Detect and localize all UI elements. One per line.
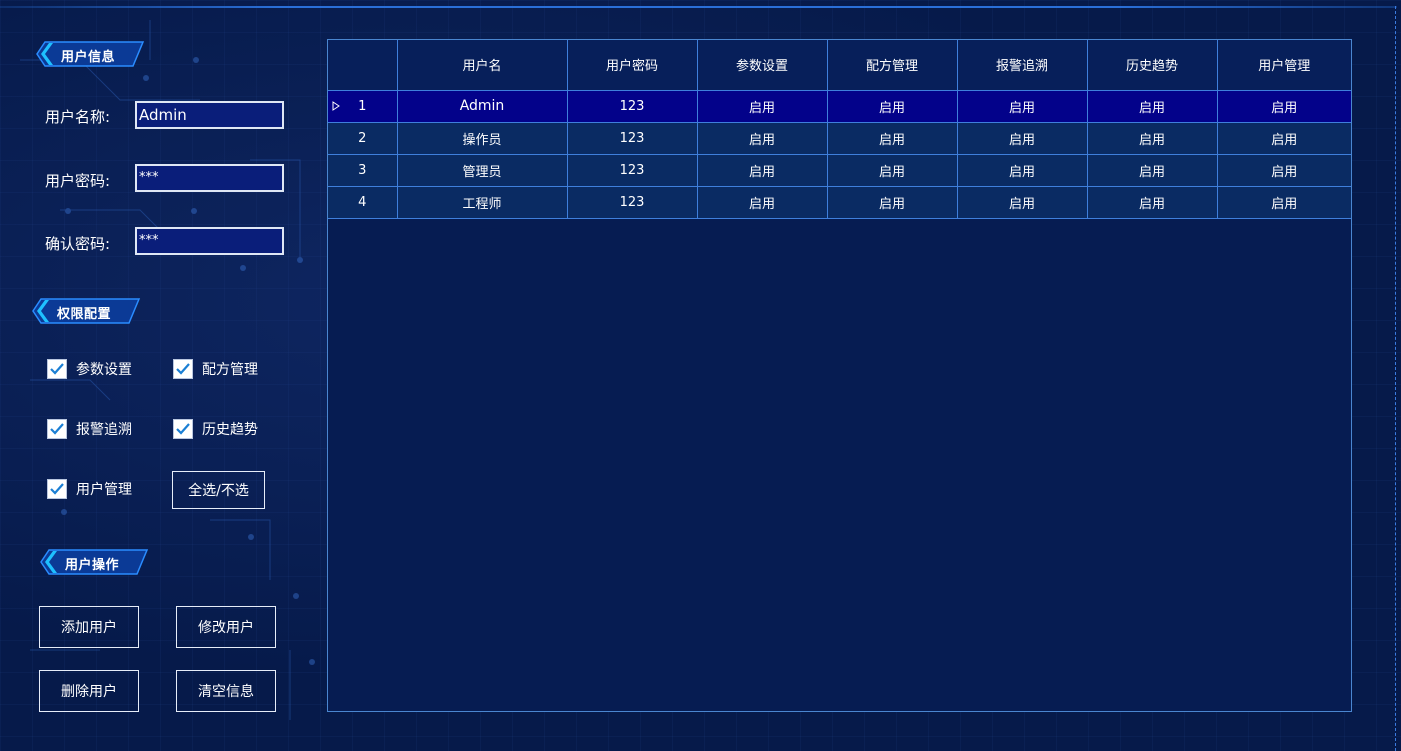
row-index-cell: 3 — [328, 153, 398, 187]
username-label: 用户名称: — [45, 108, 111, 126]
checkmark-icon — [47, 479, 67, 499]
table-cell: 启用 — [1216, 89, 1351, 123]
column-header-password[interactable]: 用户密码 — [566, 40, 698, 91]
add-user-button[interactable]: 添加用户 — [39, 606, 139, 648]
table-cell: 启用 — [696, 121, 828, 155]
checkbox-user-management[interactable]: 用户管理 — [47, 479, 132, 499]
column-header-username[interactable]: 用户名 — [396, 40, 568, 91]
checkmark-icon — [47, 359, 67, 379]
password-label: 用户密码: — [45, 172, 111, 190]
table-cell: 启用 — [826, 89, 958, 123]
modify-user-button[interactable]: 修改用户 — [176, 606, 276, 648]
table-cell: 启用 — [1086, 153, 1218, 187]
username-input[interactable]: Admin — [135, 101, 284, 129]
section-title-user-info: 用户信息 — [61, 50, 116, 65]
section-header-user-info: 用户信息 — [35, 40, 147, 68]
table-row[interactable]: 4 工程师 123 启用 启用 启用 启用 启用 — [328, 185, 1351, 219]
column-header-param-settings[interactable]: 参数设置 — [696, 40, 828, 91]
confirm-password-label: 确认密码: — [45, 235, 111, 253]
checkmark-icon — [173, 359, 193, 379]
checkbox-param-settings[interactable]: 参数设置 — [47, 359, 132, 379]
row-index-cell: 1 — [328, 89, 398, 123]
window-right-border — [1395, 6, 1396, 751]
column-header-alarm-trace[interactable]: 报警追溯 — [956, 40, 1088, 91]
current-row-arrow-icon — [332, 100, 340, 111]
checkbox-alarm-trace[interactable]: 报警追溯 — [47, 419, 132, 439]
password-input[interactable]: *** — [135, 164, 284, 192]
table-row[interactable]: 2 操作员 123 启用 启用 启用 启用 启用 — [328, 121, 1351, 155]
column-header-history-trend[interactable]: 历史趋势 — [1086, 40, 1218, 91]
table-cell: 工程师 — [396, 185, 568, 219]
table-cell: 启用 — [956, 185, 1088, 219]
row-index-cell: 4 — [328, 185, 398, 219]
table-cell: 启用 — [1216, 185, 1351, 219]
clear-info-button[interactable]: 清空信息 — [176, 670, 276, 712]
checkbox-recipe-management[interactable]: 配方管理 — [173, 359, 258, 379]
checkbox-history-trend[interactable]: 历史趋势 — [173, 419, 258, 439]
checkmark-icon — [47, 419, 67, 439]
delete-user-button[interactable]: 删除用户 — [39, 670, 139, 712]
table-cell: 123 — [566, 185, 698, 219]
table-cell: 启用 — [826, 121, 958, 155]
table-cell: Admin — [396, 89, 568, 123]
section-title-operations: 用户操作 — [65, 558, 120, 573]
table-cell: 123 — [566, 89, 698, 123]
user-table[interactable]: 用户名 用户密码 参数设置 配方管理 报警追溯 历史趋势 用户管理 1 Admi… — [327, 39, 1352, 712]
table-cell: 启用 — [1086, 89, 1218, 123]
section-header-operations: 用户操作 — [39, 548, 151, 576]
column-header-recipe-management[interactable]: 配方管理 — [826, 40, 958, 91]
table-cell: 启用 — [826, 185, 958, 219]
table-cell: 操作员 — [396, 121, 568, 155]
section-header-permission: 权限配置 — [31, 297, 143, 325]
table-cell: 启用 — [1216, 121, 1351, 155]
confirm-password-input[interactable]: *** — [135, 227, 284, 255]
column-header-index — [328, 40, 398, 91]
section-title-permission: 权限配置 — [57, 307, 112, 322]
table-header-row: 用户名 用户密码 参数设置 配方管理 报警追溯 历史趋势 用户管理 — [328, 40, 1351, 91]
table-row[interactable]: 3 管理员 123 启用 启用 启用 启用 启用 — [328, 153, 1351, 187]
table-cell: 123 — [566, 153, 698, 187]
table-row[interactable]: 1 Admin 123 启用 启用 启用 启用 启用 — [328, 89, 1351, 123]
table-cell: 启用 — [826, 153, 958, 187]
select-all-button[interactable]: 全选/不选 — [172, 471, 265, 509]
table-cell: 启用 — [956, 89, 1088, 123]
table-cell: 启用 — [696, 153, 828, 187]
table-cell: 启用 — [956, 121, 1088, 155]
table-cell: 启用 — [696, 89, 828, 123]
table-cell: 启用 — [1216, 153, 1351, 187]
table-cell: 管理员 — [396, 153, 568, 187]
checkbox-label: 参数设置 — [76, 362, 132, 378]
table-cell: 启用 — [956, 153, 1088, 187]
row-index-cell: 2 — [328, 121, 398, 155]
checkmark-icon — [173, 419, 193, 439]
checkbox-label: 报警追溯 — [76, 422, 132, 438]
checkbox-label: 用户管理 — [76, 482, 132, 498]
table-cell: 123 — [566, 121, 698, 155]
table-cell: 启用 — [1086, 121, 1218, 155]
checkbox-label: 历史趋势 — [202, 422, 258, 438]
table-cell: 启用 — [1086, 185, 1218, 219]
column-header-user-management[interactable]: 用户管理 — [1216, 40, 1351, 91]
checkbox-label: 配方管理 — [202, 362, 258, 378]
table-cell: 启用 — [696, 185, 828, 219]
